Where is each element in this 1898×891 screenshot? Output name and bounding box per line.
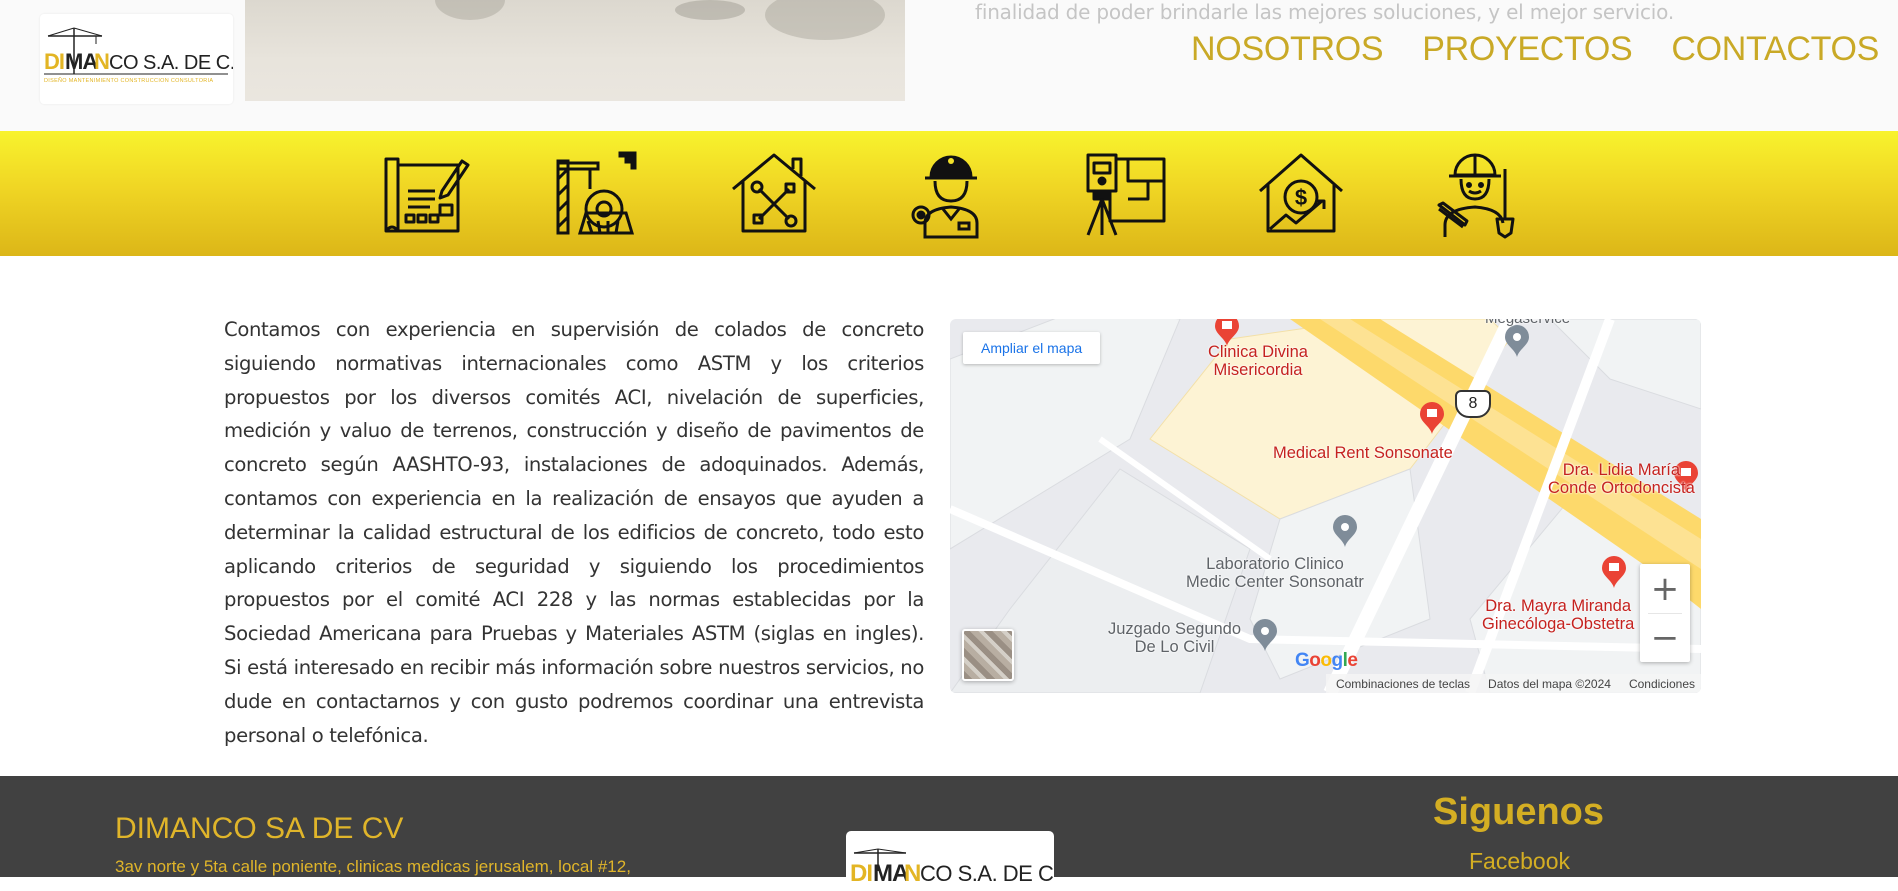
svg-text:DI: DI bbox=[44, 49, 64, 74]
place-pin-icon[interactable] bbox=[1251, 618, 1279, 652]
house-dollar-growth-icon: $ bbox=[1259, 153, 1343, 233]
logo-crane-icon: DI MA N CO S.A. DE C.V. DISEÑO MANTENIMI… bbox=[44, 27, 251, 84]
map-terms-link[interactable]: Condiciones bbox=[1629, 677, 1695, 691]
nav-link-nosotros[interactable]: NOSOTROS bbox=[1191, 30, 1383, 69]
site-header: DI MA N CO S.A. DE C.V. DISEÑO MANTENIMI… bbox=[0, 0, 1898, 131]
footer-logo-crane-icon: DI MA N CO S.A. DE C.V. bbox=[850, 848, 1054, 887]
svg-text:N: N bbox=[904, 860, 920, 887]
svg-text:CO S.A. DE C.V.: CO S.A. DE C.V. bbox=[109, 52, 233, 74]
map-satellite-toggle[interactable] bbox=[962, 629, 1014, 681]
services-description: Contamos con experiencia en supervisión … bbox=[224, 318, 924, 747]
map-label-mayra-miranda[interactable]: Dra. Mayra Miranda Ginecóloga-Obstetra bbox=[1482, 597, 1634, 633]
map-label-laboratorio[interactable]: Laboratorio Clinico Medic Center Sonsona… bbox=[1186, 555, 1364, 591]
house-tools-icon bbox=[732, 153, 816, 233]
nav-link-proyectos[interactable]: PROYECTOS bbox=[1422, 30, 1632, 69]
map-zoom-out-button[interactable]: − bbox=[1640, 613, 1690, 662]
main-nav: NOSOTROS PROYECTOS CONTACTOS bbox=[1191, 30, 1879, 69]
map-attribution-bar: Combinaciones de teclas Datos del mapa ©… bbox=[1325, 674, 1701, 693]
map-label-megaservice[interactable]: Megaservice bbox=[1485, 319, 1570, 328]
map-zoom-controls: + − bbox=[1640, 564, 1690, 662]
hospital-pin-icon[interactable] bbox=[1600, 555, 1628, 589]
engineer-shovel-icon bbox=[1437, 153, 1515, 239]
footer-logo: DI MA N CO S.A. DE C.V. bbox=[846, 831, 1054, 891]
map-base-tiles bbox=[950, 319, 1701, 693]
svg-text:CO S.A. DE C.V.: CO S.A. DE C.V. bbox=[920, 861, 1054, 886]
embedded-map[interactable]: Ampliar el mapa 8 Megaservice Clinica Di… bbox=[950, 319, 1701, 693]
tower-crane-gear-icon bbox=[556, 151, 637, 235]
nav-link-contactos[interactable]: CONTACTOS bbox=[1671, 30, 1879, 69]
services-band: $ bbox=[0, 131, 1898, 256]
facebook-link[interactable]: Facebook bbox=[1469, 848, 1570, 875]
map-label-clinica-divina[interactable]: Clinica Divina Misericordia bbox=[1208, 343, 1308, 379]
map-keyboard-shortcuts-link[interactable]: Combinaciones de teclas bbox=[1336, 677, 1470, 691]
svg-text:N: N bbox=[94, 49, 109, 74]
site-footer: DIMANCO SA DE CV 3av norte y 5ta calle p… bbox=[0, 776, 1898, 891]
intro-text-fragment: finalidad de poder brindarle las mejores… bbox=[975, 0, 1674, 24]
blueprint-plan-icon bbox=[384, 157, 470, 233]
place-pin-icon[interactable] bbox=[1331, 514, 1359, 548]
place-pin-icon[interactable] bbox=[1503, 324, 1531, 358]
svg-text:DI: DI bbox=[850, 860, 872, 887]
svg-text:DISEÑO MANTENIMIENTO CONSTRU: DISEÑO MANTENIMIENTO CONSTRUCCION CONSUL… bbox=[44, 77, 213, 84]
svg-text:$: $ bbox=[1295, 185, 1307, 210]
construction-worker-icon bbox=[911, 155, 979, 239]
map-data-attribution: Datos del mapa ©2024 bbox=[1488, 676, 1611, 691]
hero-image bbox=[245, 0, 905, 101]
footer-address: 3av norte y 5ta calle poniente, clinicas… bbox=[115, 857, 631, 876]
map-label-lidia-maria[interactable]: Dra. Lidia María Conde Ortodoncista bbox=[1548, 461, 1695, 497]
footer-company-name: DIMANCO SA DE CV bbox=[115, 812, 404, 845]
route-8-shield-icon: 8 bbox=[1455, 390, 1491, 418]
map-zoom-in-button[interactable]: + bbox=[1640, 564, 1690, 613]
map-label-medical-rent[interactable]: Medical Rent Sonsonate bbox=[1273, 444, 1453, 462]
company-logo[interactable]: DI MA N CO S.A. DE C.V. DISEÑO MANTENIMI… bbox=[40, 14, 251, 104]
surveying-theodolite-icon bbox=[1086, 153, 1166, 236]
google-logo: Google bbox=[1295, 650, 1358, 671]
map-enlarge-link[interactable]: Ampliar el mapa bbox=[963, 332, 1101, 364]
map-label-juzgado[interactable]: Juzgado Segundo De Lo Civil bbox=[1108, 620, 1241, 656]
hospital-pin-icon[interactable] bbox=[1418, 401, 1446, 435]
follow-us-title: Siguenos bbox=[1433, 791, 1605, 833]
